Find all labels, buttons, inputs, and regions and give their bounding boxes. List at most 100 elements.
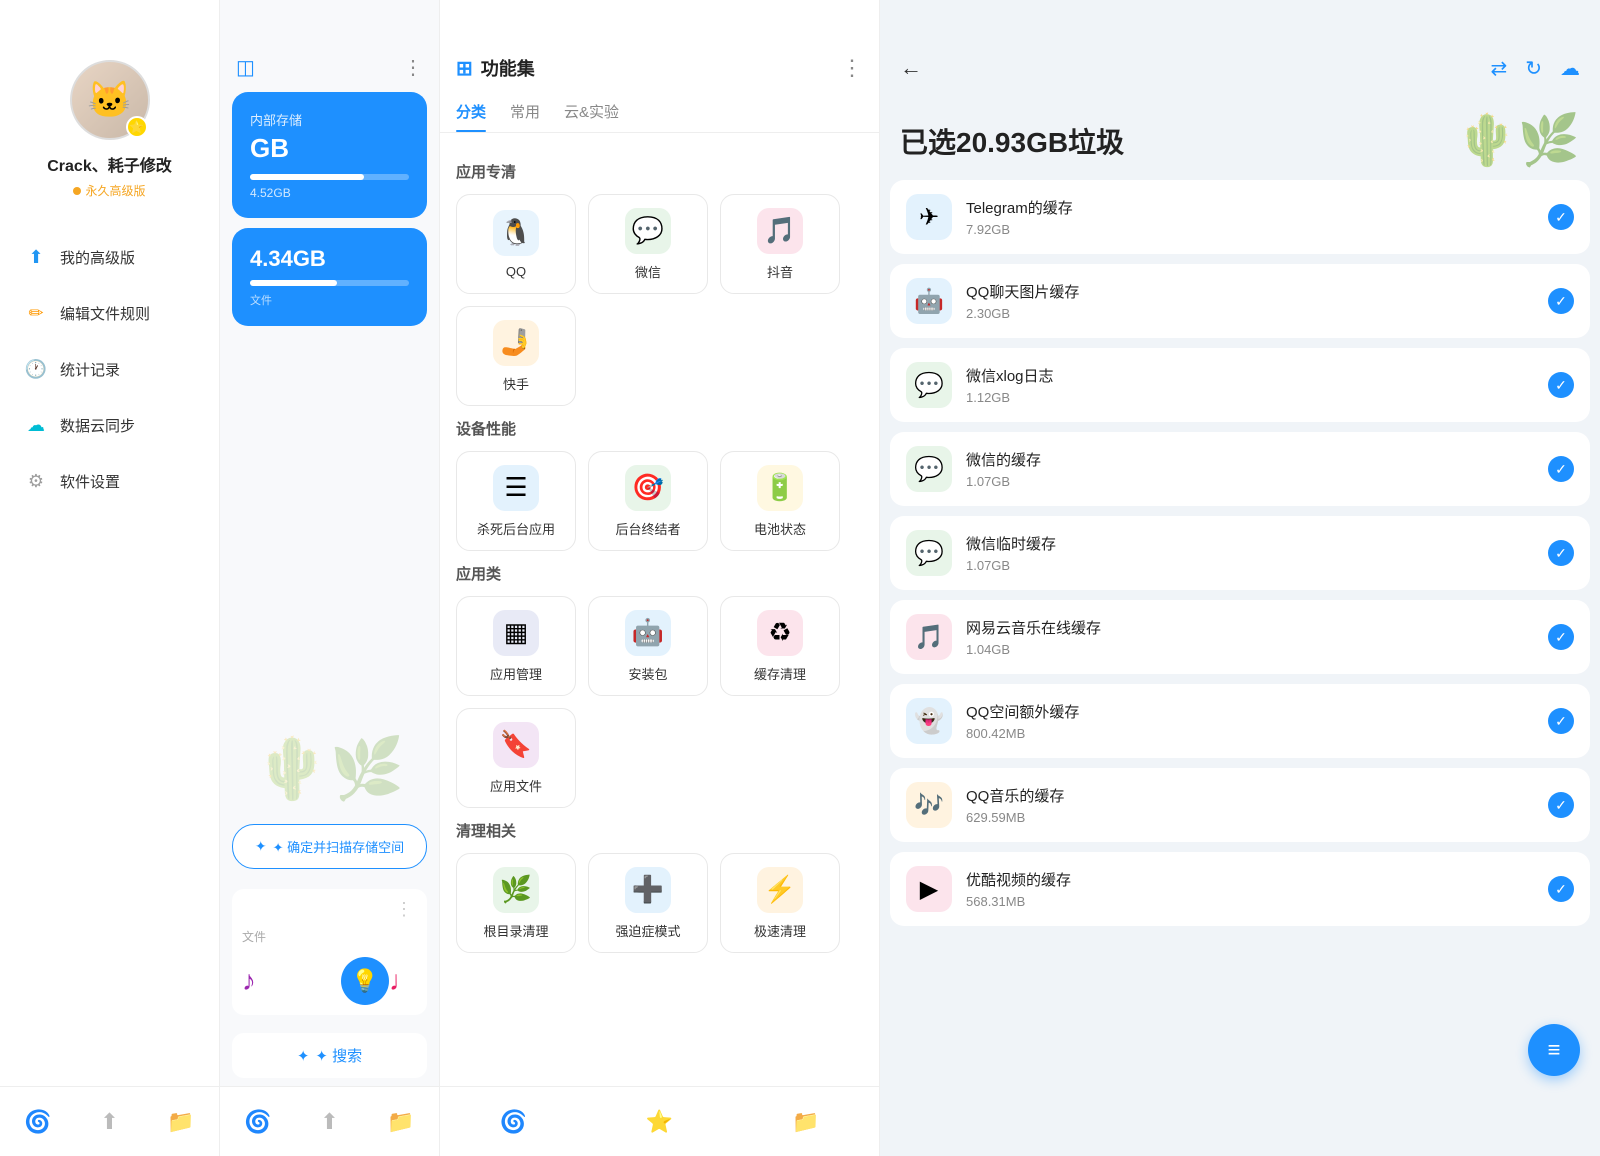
p3-more-icon[interactable]: ⋮ xyxy=(841,55,863,81)
kill-icon-wrap: ☰ xyxy=(493,465,539,511)
func-item-appmanage[interactable]: ▦ 应用管理 xyxy=(456,596,576,696)
appfile-icon-wrap: 🔖 xyxy=(493,722,539,768)
p3-bottom-nav: 🌀 ⭐ 📁 xyxy=(440,1086,879,1156)
sidebar-item-stats[interactable]: 🕐 统计记录 xyxy=(0,341,219,397)
sidebar-item-premium[interactable]: ⬆ 我的高级版 xyxy=(0,229,219,285)
func-item-wechat[interactable]: 💬 微信 xyxy=(588,194,708,294)
confirm-scan-button[interactable]: ✦ ✦ 确定并扫描存储空间 xyxy=(232,824,427,869)
p3-nav-folder-icon[interactable]: 📁 xyxy=(792,1109,819,1135)
func-item-kuaishou[interactable]: 🤳 快手 xyxy=(456,306,576,406)
sparkle-icon: ✦ xyxy=(255,838,267,855)
trash-item-qq-chat[interactable]: 🤖 QQ聊天图片缓存 2.30GB ✓ xyxy=(890,264,1590,338)
nav-folder-icon[interactable]: 📁 xyxy=(167,1109,194,1135)
p3-nav-star-icon[interactable]: ⭐ xyxy=(646,1109,673,1135)
p2-nav-home-icon[interactable]: 🌀 xyxy=(244,1109,271,1135)
check-wechat-cache[interactable]: ✓ xyxy=(1548,456,1574,482)
qqspace-icon-wrap: 👻 xyxy=(906,698,952,744)
func-item-backend[interactable]: 🎯 后台终结者 xyxy=(588,451,708,551)
section-title-clean: 清理相关 xyxy=(456,820,863,841)
sidebar-item-cloud[interactable]: ☁ 数据云同步 xyxy=(0,397,219,453)
func-item-qq[interactable]: 🐧 QQ xyxy=(456,194,576,294)
qqmusic-icon-wrap: 🎶 xyxy=(906,782,952,828)
p2-more-icon[interactable]: ⋮ xyxy=(403,55,423,80)
refresh-icon[interactable]: ↻ xyxy=(1525,56,1542,81)
trash-item-netease[interactable]: 🎵 网易云音乐在线缓存 1.04GB ✓ xyxy=(890,600,1590,674)
p1-bottom-nav: 🌀 ⬆ 📁 xyxy=(0,1086,219,1156)
trash-item-wechat-cache[interactable]: 💬 微信的缓存 1.07GB ✓ xyxy=(890,432,1590,506)
trash-item-telegram[interactable]: ✈ Telegram的缓存 7.92GB ✓ xyxy=(890,180,1590,254)
trash-size-qqspace: 800.42MB xyxy=(966,726,1534,741)
cloud-icon: ☁ xyxy=(24,413,48,437)
p2-nav-folder-icon[interactable]: 📁 xyxy=(387,1109,414,1135)
trash-size-telegram: 7.92GB xyxy=(966,222,1534,237)
storage-bar-fill xyxy=(250,174,364,180)
func-item-rootdir[interactable]: 🌿 根目录清理 xyxy=(456,853,576,953)
check-qq-chat[interactable]: ✓ xyxy=(1548,288,1574,314)
swap-icon[interactable]: ⇄ xyxy=(1490,56,1507,81)
trash-info-wechat-tmp: 微信临时缓存 1.07GB xyxy=(966,533,1534,573)
trash-size-youku: 568.31MB xyxy=(966,894,1534,909)
kuaishou-icon-wrap: 🤳 xyxy=(493,320,539,366)
trash-info-netease: 网易云音乐在线缓存 1.04GB xyxy=(966,617,1534,657)
kill-icon: ☰ xyxy=(504,472,527,503)
fab-trash-button[interactable]: ≡ xyxy=(1528,1024,1580,1076)
nav-upload-icon[interactable]: ⬆ xyxy=(100,1109,118,1135)
youku-icon: ▶ xyxy=(920,875,938,904)
p2-nav-up-icon[interactable]: ⬆ xyxy=(320,1109,338,1135)
trash-item-youku[interactable]: ▶ 优酷视频的缓存 568.31MB ✓ xyxy=(890,852,1590,926)
trash-info-qq-chat: QQ聊天图片缓存 2.30GB xyxy=(966,281,1534,321)
appmanage-label: 应用管理 xyxy=(490,664,542,683)
backend-icon-wrap: 🎯 xyxy=(625,465,671,511)
music-note-red-icon: ♩ xyxy=(389,965,417,997)
func-item-tiktok[interactable]: 🎵 抖音 xyxy=(720,194,840,294)
trash-item-qqspace[interactable]: 👻 QQ空间额外缓存 800.42MB ✓ xyxy=(890,684,1590,758)
func-item-battery[interactable]: 🔋 电池状态 xyxy=(720,451,840,551)
nav-home-icon[interactable]: 🌀 xyxy=(24,1109,51,1135)
func-item-obsessive[interactable]: ➕ 强迫症模式 xyxy=(588,853,708,953)
qq-icon-wrap: 🐧 xyxy=(493,210,539,256)
trash-item-qqmusic[interactable]: 🎶 QQ音乐的缓存 629.59MB ✓ xyxy=(890,768,1590,842)
tab-common[interactable]: 常用 xyxy=(510,91,540,132)
sidebar-item-settings[interactable]: ⚙ 软件设置 xyxy=(0,453,219,509)
trash-name-qqspace: QQ空间额外缓存 xyxy=(966,701,1534,722)
tab-category[interactable]: 分类 xyxy=(456,91,486,132)
trash-info-wechat-xlog: 微信xlog日志 1.12GB xyxy=(966,365,1534,405)
check-telegram[interactable]: ✓ xyxy=(1548,204,1574,230)
func-item-cache[interactable]: ♻ 缓存清理 xyxy=(720,596,840,696)
p3-nav-home-icon[interactable]: 🌀 xyxy=(499,1109,526,1135)
check-netease[interactable]: ✓ xyxy=(1548,624,1574,650)
func-item-appfile[interactable]: 🔖 应用文件 xyxy=(456,708,576,808)
check-youku[interactable]: ✓ xyxy=(1548,876,1574,902)
music-note-purple-icon: ♪ xyxy=(242,965,256,997)
trash-size-wechat-xlog: 1.12GB xyxy=(966,390,1534,405)
check-wechat-tmp[interactable]: ✓ xyxy=(1548,540,1574,566)
stats-icon: 🕐 xyxy=(24,357,48,381)
trash-name-qq-chat: QQ聊天图片缓存 xyxy=(966,281,1534,302)
p2-music-more[interactable]: ⋮ xyxy=(242,899,417,920)
settings-icon: ⚙ xyxy=(24,469,48,493)
func-item-kill[interactable]: ☰ 杀死后台应用 xyxy=(456,451,576,551)
obsessive-icon: ➕ xyxy=(632,874,664,905)
trash-item-wechat-tmp[interactable]: 💬 微信临时缓存 1.07GB ✓ xyxy=(890,516,1590,590)
sidebar-item-rules[interactable]: ✏ 编辑文件规则 xyxy=(0,285,219,341)
trash-item-wechat-xlog[interactable]: 💬 微信xlog日志 1.12GB ✓ xyxy=(890,348,1590,422)
tab-cloud[interactable]: 云&实验 xyxy=(564,91,619,132)
cloud-upload-icon[interactable]: ☁ xyxy=(1560,56,1580,81)
cache-label: 缓存清理 xyxy=(754,664,806,683)
check-qqspace[interactable]: ✓ xyxy=(1548,708,1574,734)
netease-icon: 🎵 xyxy=(914,623,944,652)
func-grid-device: ☰ 杀死后台应用 🎯 后台终结者 🔋 电池状态 xyxy=(456,451,863,551)
check-wechat-xlog[interactable]: ✓ xyxy=(1548,372,1574,398)
fab-blue-button[interactable]: 💡 xyxy=(341,957,389,1005)
func-item-fast[interactable]: ⚡ 极速清理 xyxy=(720,853,840,953)
check-qqmusic[interactable]: ✓ xyxy=(1548,792,1574,818)
storage-file-label: 文件 xyxy=(250,292,409,308)
battery-icon-wrap: 🔋 xyxy=(757,465,803,511)
search-button[interactable]: ✦ ✦ 搜索 xyxy=(297,1045,362,1066)
trash-info-qqmusic: QQ音乐的缓存 629.59MB xyxy=(966,785,1534,825)
trash-info-telegram: Telegram的缓存 7.92GB xyxy=(966,197,1534,237)
back-button[interactable]: ← xyxy=(900,55,922,81)
qq-chat-icon-wrap: 🤖 xyxy=(906,278,952,324)
backend-label: 后台终结者 xyxy=(615,519,680,538)
func-item-install[interactable]: 🤖 安装包 xyxy=(588,596,708,696)
